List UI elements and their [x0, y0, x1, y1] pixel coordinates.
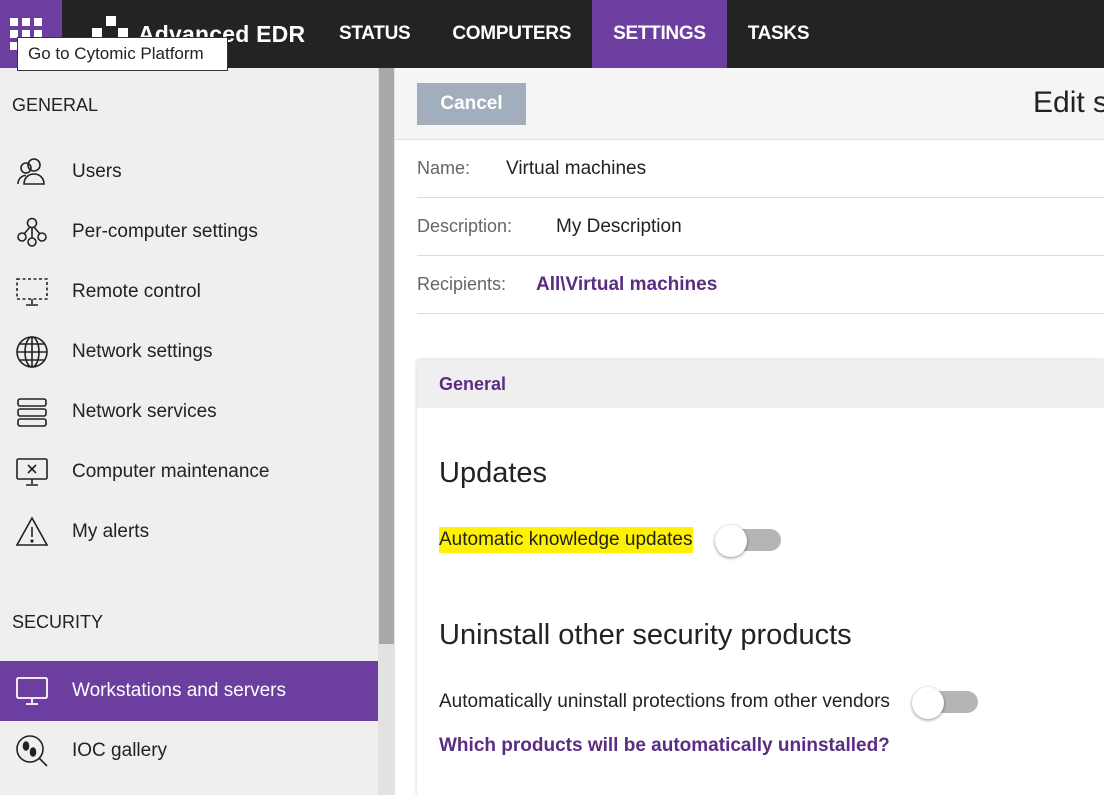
auto-updates-toggle[interactable]: [714, 525, 781, 557]
auto-updates-label: Automatic knowledge updates: [439, 527, 693, 553]
sidebar-section-general: GENERAL: [12, 95, 99, 115]
sidebar-item-workstations-and-servers[interactable]: Workstations and servers: [0, 661, 378, 721]
auto-uninstall-label: Automatically uninstall protections from…: [439, 691, 890, 712]
auto-uninstall-toggle[interactable]: [911, 687, 978, 719]
description-value: My Description: [556, 215, 682, 237]
cancel-button[interactable]: Cancel: [417, 83, 526, 125]
sidebar-item-label: Per-computer settings: [72, 221, 258, 242]
tab-status[interactable]: STATUS: [318, 0, 431, 68]
sidebar-item-computer-maintenance[interactable]: Computer maintenance: [0, 442, 378, 502]
sidebar-item-label: Network services: [72, 401, 217, 422]
uninstall-heading: Uninstall other security products: [439, 619, 852, 651]
products-uninstalled-link[interactable]: Which products will be automatically uni…: [439, 735, 890, 757]
recipients-row: Recipients: All\Virtual machines: [417, 256, 1104, 314]
recipients-label: Recipients:: [417, 274, 507, 294]
general-panel: General Updates Automatic knowledge upda…: [417, 360, 1104, 795]
footprint-search-icon: [14, 733, 50, 769]
remote-monitor-icon: [14, 274, 50, 310]
sidebar: GENERAL Users Per-computer settings Remo…: [0, 68, 378, 795]
description-label: Description:: [417, 216, 513, 236]
users-icon: [14, 154, 50, 190]
auto-updates-row: Automatic knowledge updates: [439, 525, 781, 557]
sidebar-item-label: Remote control: [72, 281, 201, 302]
sidebar-item-label: Workstations and servers: [72, 680, 287, 701]
sidebar-section-security: SECURITY: [12, 612, 104, 632]
main-content: Cancel Edit s Name: Virtual machines Des…: [395, 68, 1104, 795]
sidebar-scroll-thumb[interactable]: [379, 68, 394, 644]
globe-icon: [14, 334, 50, 370]
toggle-knob: [714, 525, 747, 557]
sidebar-item-users[interactable]: Users: [0, 142, 378, 202]
monitor-x-icon: [14, 454, 50, 490]
name-row: Name: Virtual machines: [417, 140, 1104, 198]
monitor-icon: [14, 673, 50, 709]
sidebar-item-label: Network settings: [72, 341, 213, 362]
sidebar-item-ioc-gallery[interactable]: IOC gallery: [0, 721, 378, 781]
apps-tooltip: Go to Cytomic Platform: [17, 37, 228, 71]
name-value: Virtual machines: [506, 157, 647, 179]
description-row: Description: My Description: [417, 198, 1104, 256]
sidebar-item-label: IOC gallery: [72, 740, 168, 761]
tab-tasks[interactable]: TASKS: [727, 0, 830, 68]
page-title: Edit s: [1033, 86, 1104, 119]
nodes-icon: [14, 214, 50, 250]
warning-icon: [14, 514, 50, 550]
panel-header: General: [417, 360, 1104, 408]
server-stack-icon: [14, 394, 50, 430]
sidebar-item-remote-control[interactable]: Remote control: [0, 262, 378, 322]
updates-heading: Updates: [439, 457, 548, 489]
tab-computers[interactable]: COMPUTERS: [431, 0, 592, 68]
sidebar-scrollbar[interactable]: [378, 68, 395, 795]
sidebar-item-per-computer-settings[interactable]: Per-computer settings: [0, 202, 378, 262]
sidebar-item-label: Users: [72, 161, 122, 182]
toolbar: Cancel Edit s: [395, 68, 1104, 140]
main-nav: STATUS COMPUTERS SETTINGS TASKS: [318, 0, 830, 68]
sidebar-item-label: My alerts: [72, 521, 150, 542]
auto-uninstall-row: Automatically uninstall protections from…: [439, 687, 978, 719]
sidebar-item-label: Computer maintenance: [72, 461, 270, 482]
sidebar-item-my-alerts[interactable]: My alerts: [0, 502, 378, 562]
name-label: Name:: [417, 158, 471, 178]
panel-header-title: General: [439, 374, 507, 394]
recipients-link[interactable]: All\Virtual machines: [536, 274, 717, 296]
sidebar-item-network-settings[interactable]: Network settings: [0, 322, 378, 382]
tab-settings[interactable]: SETTINGS: [592, 0, 727, 68]
sidebar-item-network-services[interactable]: Network services: [0, 382, 378, 442]
toggle-knob: [911, 687, 944, 719]
